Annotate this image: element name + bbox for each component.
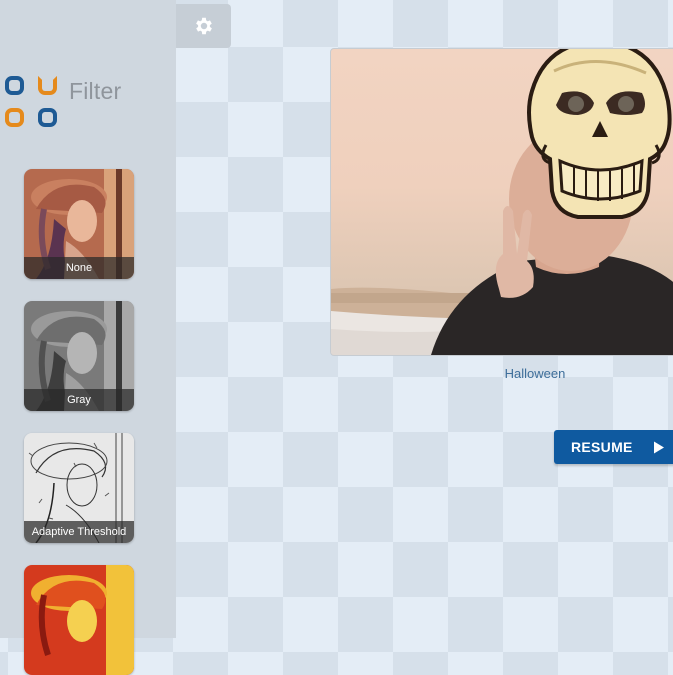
filter-label: Gray	[24, 389, 134, 411]
logo-square	[5, 108, 24, 127]
resume-button[interactable]: RESUME	[554, 430, 673, 464]
logo-text: Filter	[69, 78, 122, 104]
filter-label: None	[24, 257, 134, 279]
play-icon	[653, 441, 664, 453]
current-filter-caption: Halloween	[504, 366, 566, 381]
gear-icon	[195, 17, 212, 35]
settings-button[interactable]	[176, 4, 231, 48]
filter-thumbnail-gray[interactable]: Gray	[24, 301, 134, 411]
thumbnail-image	[24, 565, 134, 675]
logo-square	[5, 76, 24, 95]
resume-label: RESUME	[571, 439, 633, 455]
app-logo: Filter	[5, 76, 135, 136]
camera-preview	[330, 48, 673, 356]
logo-square	[38, 108, 57, 127]
filter-thumbnail-posterize[interactable]	[24, 565, 134, 675]
filter-sidebar: Filter None Gray Adaptive Threshold	[0, 0, 176, 675]
filter-thumbnail-adaptive-threshold[interactable]: Adaptive Threshold	[24, 433, 134, 543]
filter-label: Adaptive Threshold	[24, 521, 134, 543]
filter-thumbnail-none[interactable]: None	[24, 169, 134, 279]
logo-square	[38, 76, 57, 95]
camera-frame-image	[331, 49, 673, 355]
